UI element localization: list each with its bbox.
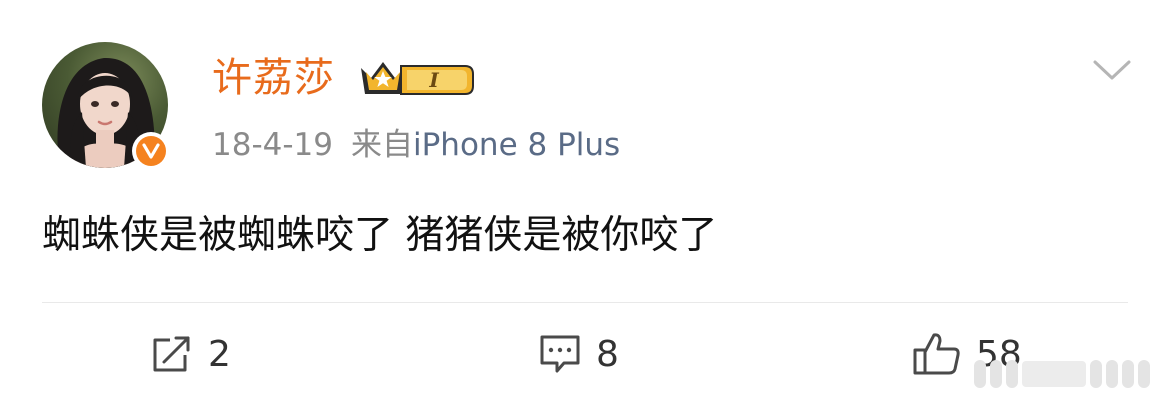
source-device[interactable]: iPhone 8 Plus	[413, 127, 620, 163]
post-date: 18-4-19	[212, 127, 333, 163]
source-prefix: 来自	[351, 127, 413, 163]
repost-button[interactable]: 2	[150, 332, 231, 376]
repost-count: 2	[208, 333, 231, 375]
watermark	[974, 360, 1150, 388]
crown-icon	[361, 62, 405, 94]
repost-icon	[150, 334, 194, 374]
thumbs-up-icon	[912, 332, 962, 376]
divider	[42, 302, 1128, 303]
comment-icon	[538, 333, 582, 375]
verified-v-icon	[136, 136, 166, 166]
vip-level: I	[428, 68, 439, 92]
weibo-post-card: 许荔莎 I 18-4-19 来自iPhone 8 Plus 蜘蛛侠是被蜘蛛咬了 猪…	[0, 0, 1164, 405]
post-text: 蜘蛛侠是被蜘蛛咬了 猪猪侠是被你咬了	[42, 213, 718, 258]
verified-badge	[132, 132, 170, 170]
author-name[interactable]: 许荔莎	[212, 52, 335, 104]
comment-count: 8	[596, 333, 619, 375]
vip-badge[interactable]: I	[357, 56, 475, 104]
post-meta: 18-4-19 来自iPhone 8 Plus	[212, 124, 620, 166]
comment-button[interactable]: 8	[538, 332, 619, 376]
chevron-down-icon[interactable]	[1092, 58, 1132, 88]
